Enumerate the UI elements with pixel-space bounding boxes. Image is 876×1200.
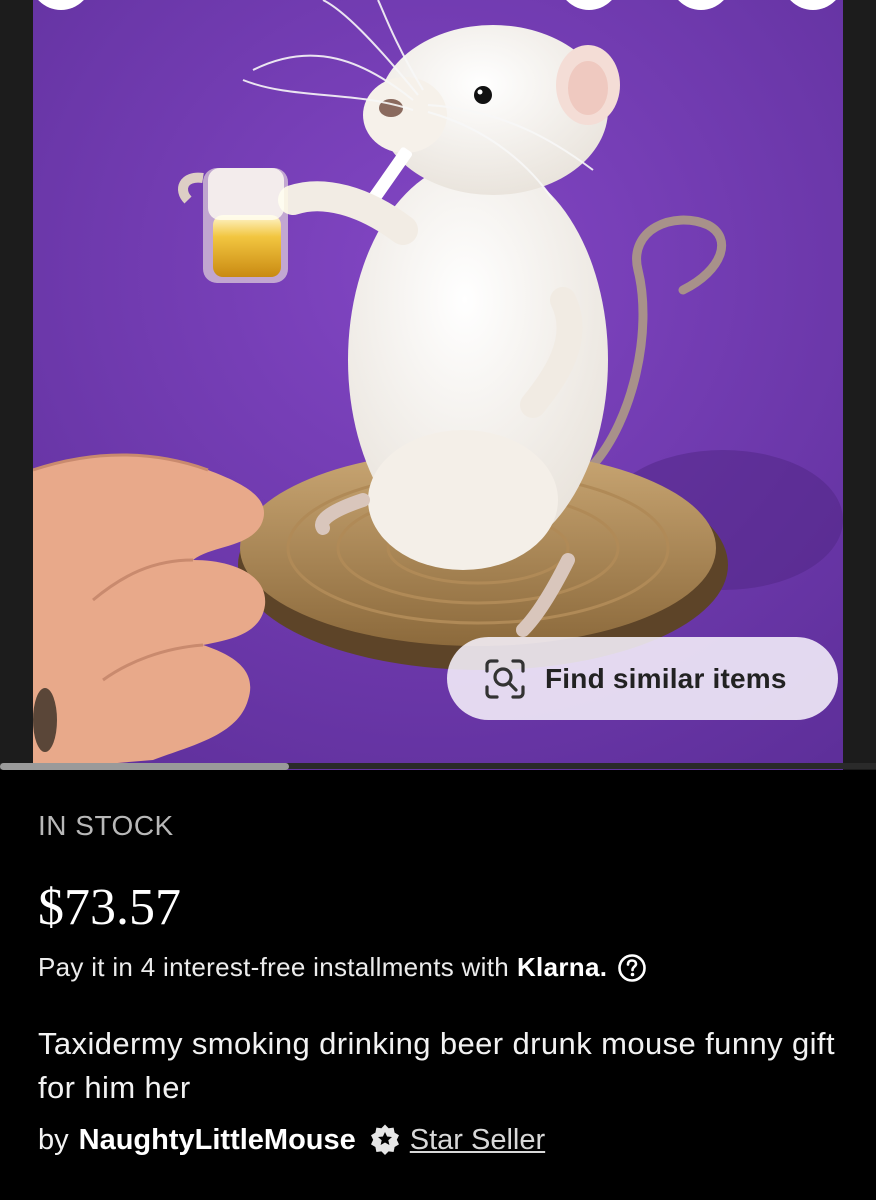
installments-text: Pay it in 4 interest-free installments w… xyxy=(38,952,509,982)
star-seller-badge-icon xyxy=(370,1124,399,1155)
product-image-gallery[interactable]: Find similar items xyxy=(0,0,876,770)
seller-prefix: by xyxy=(38,1123,69,1156)
visual-search-icon xyxy=(485,658,525,699)
installments-row: Pay it in 4 interest-free installments w… xyxy=(38,952,647,983)
find-similar-items-button[interactable]: Find similar items xyxy=(447,637,838,720)
find-similar-items-label: Find similar items xyxy=(545,662,787,694)
star-seller-link[interactable]: Star Seller xyxy=(410,1124,545,1157)
stock-status: IN STOCK xyxy=(38,810,174,841)
listing-title: Taxidermy smoking drinking beer drunk mo… xyxy=(38,1026,835,1105)
seller-row: by NaughtyLittleMouse Star Seller xyxy=(38,1123,545,1157)
klarna-logo: Klarna. xyxy=(516,952,608,982)
gallery-progress-indicator xyxy=(0,763,290,770)
question-circle-icon[interactable] xyxy=(617,953,647,983)
price: $73.57 xyxy=(38,879,181,936)
seller-name-link[interactable]: NaughtyLittleMouse xyxy=(79,1124,356,1157)
